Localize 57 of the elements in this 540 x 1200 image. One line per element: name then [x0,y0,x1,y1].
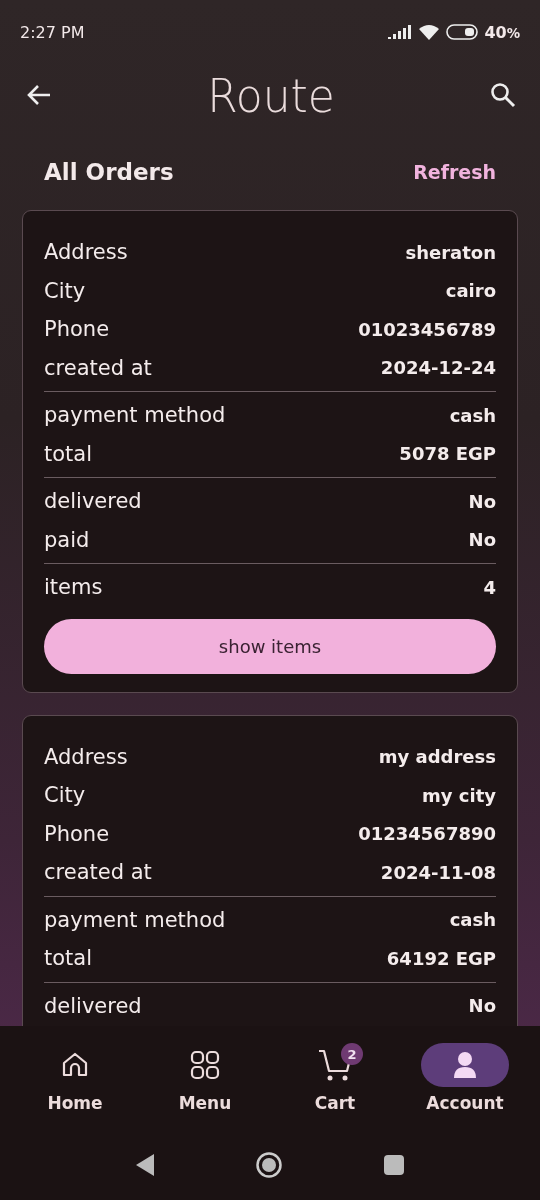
field-value: sheraton [405,241,496,263]
field-value: No [468,490,496,512]
battery-level: 40% [484,22,520,42]
field-label: Phone [44,317,110,342]
field-value: cash [449,404,496,426]
back-icon[interactable] [135,1153,155,1177]
nav-tab[interactable]: Account [410,1043,520,1113]
nav-label: Cart [314,1093,356,1113]
person-icon [452,1051,478,1079]
nav-tab[interactable]: Home [20,1043,130,1113]
wifi-icon [418,24,441,40]
field-value: 01023456789 [358,318,496,340]
field-value: cash [449,909,496,931]
field-label: Phone [44,821,110,846]
refresh-link[interactable]: Refresh [413,161,496,183]
show-items-button[interactable]: show items [44,618,496,674]
field-label: items [44,575,103,600]
signal-icon [388,25,413,39]
field-label: payment method [44,403,226,428]
field-value: 64192 EGP [386,947,496,969]
search-icon[interactable] [490,82,516,108]
field-value: 2024-11-08 [380,861,496,883]
cart-count-badge: 2 [341,1043,363,1065]
field-label: delivered [44,993,142,1018]
field-value: my address [378,746,496,768]
field-label: Address [44,744,128,769]
home-button-icon[interactable] [255,1151,283,1179]
field-value: 4 [483,576,496,598]
field-value: 2024-12-24 [380,357,496,379]
field-label: delivered [44,489,142,514]
field-label: total [44,946,93,971]
field-value: No [468,529,496,551]
field-value: my city [422,784,496,806]
field-label: Address [44,240,128,265]
field-value: 5078 EGP [399,443,496,465]
nav-label: Home [47,1093,103,1113]
field-label: created at [44,355,152,380]
field-label: paid [44,527,90,552]
field-label: created at [44,860,152,885]
recents-icon[interactable] [383,1154,405,1176]
nav-tab[interactable]: Menu [150,1043,260,1113]
battery-icon [446,24,479,40]
route-logo: Route [207,68,335,122]
nav-tab[interactable]: 2 Cart [280,1043,390,1113]
field-value: No [468,995,496,1017]
back-arrow-icon[interactable] [26,84,52,106]
status-time: 2:27 PM [20,22,85,42]
field-label: payment method [44,907,226,932]
nav-label: Account [426,1093,504,1113]
field-label: City [44,783,86,808]
field-value: 01234567890 [358,823,496,845]
field-value: cairo [445,280,496,302]
page-title: All Orders [44,159,174,185]
grid-icon [189,1049,221,1081]
field-label: total [44,441,93,466]
field-label: City [44,278,86,303]
nav-label: Menu [178,1093,232,1113]
